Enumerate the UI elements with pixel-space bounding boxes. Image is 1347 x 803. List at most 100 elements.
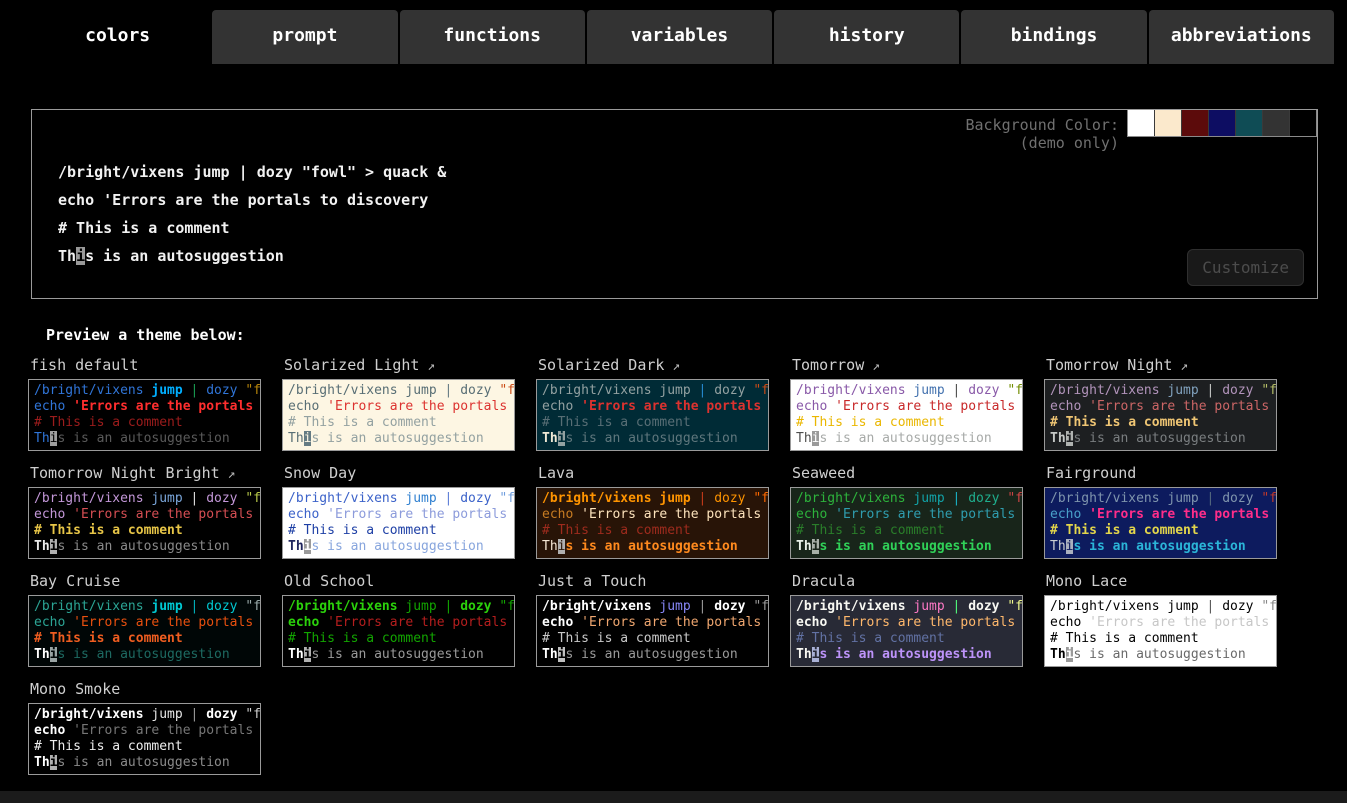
section-title: Preview a theme below: xyxy=(46,326,1347,344)
theme-sample: /bright/vixens jump | dozy "fowl" > quac… xyxy=(282,595,515,667)
sample-line-comment: # This is a comment xyxy=(288,415,509,431)
sample-line-command: /bright/vixens jump | dozy "fowl" > quac… xyxy=(542,599,763,615)
sample-line-command: /bright/vixens jump | dozy "fowl" > quac… xyxy=(542,383,763,399)
tab-colors[interactable]: colors xyxy=(25,10,210,64)
theme-card-lava[interactable]: Lava/bright/vixens jump | dozy "fowl" > … xyxy=(536,464,769,559)
bg-swatch-4[interactable] xyxy=(1236,110,1263,136)
theme-card-mono-smoke[interactable]: Mono Smoke/bright/vixens jump | dozy "fo… xyxy=(28,680,261,775)
theme-sample: /bright/vixens jump | dozy "fowl" > quac… xyxy=(1044,595,1277,667)
sample-line-autosuggestion: This is an autosuggestion xyxy=(58,242,446,270)
theme-sample: /bright/vixens jump | dozy "fowl" > quac… xyxy=(28,487,261,559)
theme-title: Dracula xyxy=(792,572,1023,592)
theme-card-tomorrow-night-bright[interactable]: Tomorrow Night Bright ↗ /bright/vixens ju… xyxy=(28,464,261,559)
tab-prompt[interactable]: prompt xyxy=(212,10,397,64)
sample-line-autosuggestion: This is an autosuggestion xyxy=(34,755,255,771)
sample-line-autosuggestion: This is an autosuggestion xyxy=(34,647,255,663)
external-link-icon: ↗ xyxy=(864,359,880,374)
sample-line-comment: # This is a comment xyxy=(1050,523,1271,539)
fish-config-app: colorspromptfunctionsvariableshistorybin… xyxy=(0,0,1347,791)
theme-sample: /bright/vixens jump | dozy "fowl" > quac… xyxy=(1044,487,1277,559)
theme-card-tomorrow[interactable]: Tomorrow ↗ /bright/vixens jump | dozy "fo… xyxy=(790,356,1023,451)
theme-title: Tomorrow Night Bright ↗ xyxy=(30,464,261,484)
theme-sample: /bright/vixens jump | dozy "fowl" > quac… xyxy=(536,379,769,451)
theme-title: Solarized Light ↗ xyxy=(284,356,515,376)
theme-card-just-a-touch[interactable]: Just a Touch/bright/vixens jump | dozy "… xyxy=(536,572,769,667)
bg-swatch-0[interactable] xyxy=(1128,110,1155,136)
bg-swatch-5[interactable] xyxy=(1263,110,1290,136)
theme-card-fairground[interactable]: Fairground/bright/vixens jump | dozy "fo… xyxy=(1044,464,1277,559)
tab-bindings[interactable]: bindings xyxy=(961,10,1146,64)
sample-line-error: echo 'Errors are the portals to discover… xyxy=(288,615,509,631)
bg-swatch-2[interactable] xyxy=(1182,110,1209,136)
bg-swatch-6[interactable] xyxy=(1290,110,1316,136)
sample-line-comment: # This is a comment xyxy=(34,415,255,431)
sample-line-autosuggestion: This is an autosuggestion xyxy=(34,431,255,447)
sample-line-autosuggestion: This is an autosuggestion xyxy=(796,647,1017,663)
sample-line-comment: # This is a comment xyxy=(542,415,763,431)
bg-swatch-3[interactable] xyxy=(1209,110,1236,136)
theme-card-dracula[interactable]: Dracula/bright/vixens jump | dozy "fowl"… xyxy=(790,572,1023,667)
sample-line-comment: # This is a comment xyxy=(34,739,255,755)
theme-grid: fish default/bright/vixens jump | dozy "… xyxy=(28,356,1347,775)
sample-line-error: echo 'Errors are the portals to discover… xyxy=(1050,615,1271,631)
sample-line-error: echo 'Errors are the portals to discover… xyxy=(34,723,255,739)
bg-swatch-row xyxy=(1127,110,1317,137)
sample-line-command: /bright/vixens jump | dozy "fowl" > quac… xyxy=(1050,491,1271,507)
external-link-icon: ↗ xyxy=(664,359,680,374)
sample-line-command: /bright/vixens jump | dozy "fowl" > quac… xyxy=(58,158,446,186)
sample-line-error: echo 'Errors are the portals to discover… xyxy=(34,399,255,415)
theme-sample: /bright/vixens jump | dozy "fowl" > quac… xyxy=(536,595,769,667)
sample-line-command: /bright/vixens jump | dozy "fowl" > quac… xyxy=(34,599,255,615)
theme-card-old-school[interactable]: Old School/bright/vixens jump | dozy "fo… xyxy=(282,572,515,667)
sample-line-error: echo 'Errors are the portals to discover… xyxy=(796,399,1017,415)
sample-line-comment: # This is a comment xyxy=(796,415,1017,431)
theme-card-fish-default[interactable]: fish default/bright/vixens jump | dozy "… xyxy=(28,356,261,451)
sample-line-autosuggestion: This is an autosuggestion xyxy=(1050,647,1271,663)
sample-line-comment: # This is a comment xyxy=(34,523,255,539)
theme-card-seaweed[interactable]: Seaweed/bright/vixens jump | dozy "fowl"… xyxy=(790,464,1023,559)
sample-line-command: /bright/vixens jump | dozy "fowl" > quac… xyxy=(34,491,255,507)
sample-line-error: echo 'Errors are the portals to discover… xyxy=(34,507,255,523)
theme-title: Mono Smoke xyxy=(30,680,261,700)
theme-title: Bay Cruise xyxy=(30,572,261,592)
sample-line-autosuggestion: This is an autosuggestion xyxy=(542,431,763,447)
theme-card-snow-day[interactable]: Snow Day/bright/vixens jump | dozy "fowl… xyxy=(282,464,515,559)
theme-card-solarized-dark[interactable]: Solarized Dark ↗/bright/vixens jump | do… xyxy=(536,356,769,451)
sample-line-comment: # This is a comment xyxy=(34,631,255,647)
theme-sample: /bright/vixens jump | dozy "fowl" > quac… xyxy=(28,379,261,451)
sample-line-autosuggestion: This is an autosuggestion xyxy=(796,431,1017,447)
sample-line-comment: # This is a comment xyxy=(796,523,1017,539)
sample-line-comment: # This is a comment xyxy=(288,523,509,539)
theme-card-mono-lace[interactable]: Mono Lace/bright/vixens jump | dozy "fow… xyxy=(1044,572,1277,667)
theme-title: fish default xyxy=(30,356,261,376)
theme-title: Fairground xyxy=(1046,464,1277,484)
theme-title: Old School xyxy=(284,572,515,592)
bg-swatch-1[interactable] xyxy=(1155,110,1182,136)
background-color-label: Background Color:(demo only) xyxy=(965,110,1127,152)
tab-functions[interactable]: functions xyxy=(400,10,585,64)
theme-card-tomorrow-night[interactable]: Tomorrow Night ↗/bright/vixens jump | do… xyxy=(1044,356,1277,451)
sample-line-command: /bright/vixens jump | dozy "fowl" > quac… xyxy=(288,491,509,507)
tab-variables[interactable]: variables xyxy=(587,10,772,64)
sample-line-autosuggestion: This is an autosuggestion xyxy=(796,539,1017,555)
sample-line-autosuggestion: This is an autosuggestion xyxy=(1050,431,1271,447)
theme-sample: /bright/vixens jump | dozy "fowl" > quac… xyxy=(28,595,261,667)
theme-card-solarized-light[interactable]: Solarized Light ↗/bright/vixens jump | d… xyxy=(282,356,515,451)
sample-line-error: echo 'Errors are the portals to discover… xyxy=(542,399,763,415)
theme-card-bay-cruise[interactable]: Bay Cruise/bright/vixens jump | dozy "fo… xyxy=(28,572,261,667)
background-color-label-line2: (demo only) xyxy=(965,134,1119,152)
theme-sample: /bright/vixens jump | dozy "fowl" > quac… xyxy=(790,379,1023,451)
sample-line-autosuggestion: This is an autosuggestion xyxy=(288,431,509,447)
theme-title: Tomorrow ↗ xyxy=(792,356,1023,376)
tab-history[interactable]: history xyxy=(774,10,959,64)
theme-title: Lava xyxy=(538,464,769,484)
customize-button[interactable]: Customize xyxy=(1187,249,1304,286)
theme-title: Tomorrow Night ↗ xyxy=(1046,356,1277,376)
sample-line-comment: # This is a comment xyxy=(1050,631,1271,647)
tab-bar: colorspromptfunctionsvariableshistorybin… xyxy=(0,0,1347,64)
tab-abbreviations[interactable]: abbreviations xyxy=(1149,10,1334,64)
sample-line-autosuggestion: This is an autosuggestion xyxy=(1050,539,1271,555)
background-color-picker: Background Color:(demo only) xyxy=(965,110,1317,152)
sample-line-autosuggestion: This is an autosuggestion xyxy=(542,539,763,555)
external-link-icon: ↗ xyxy=(419,359,435,374)
